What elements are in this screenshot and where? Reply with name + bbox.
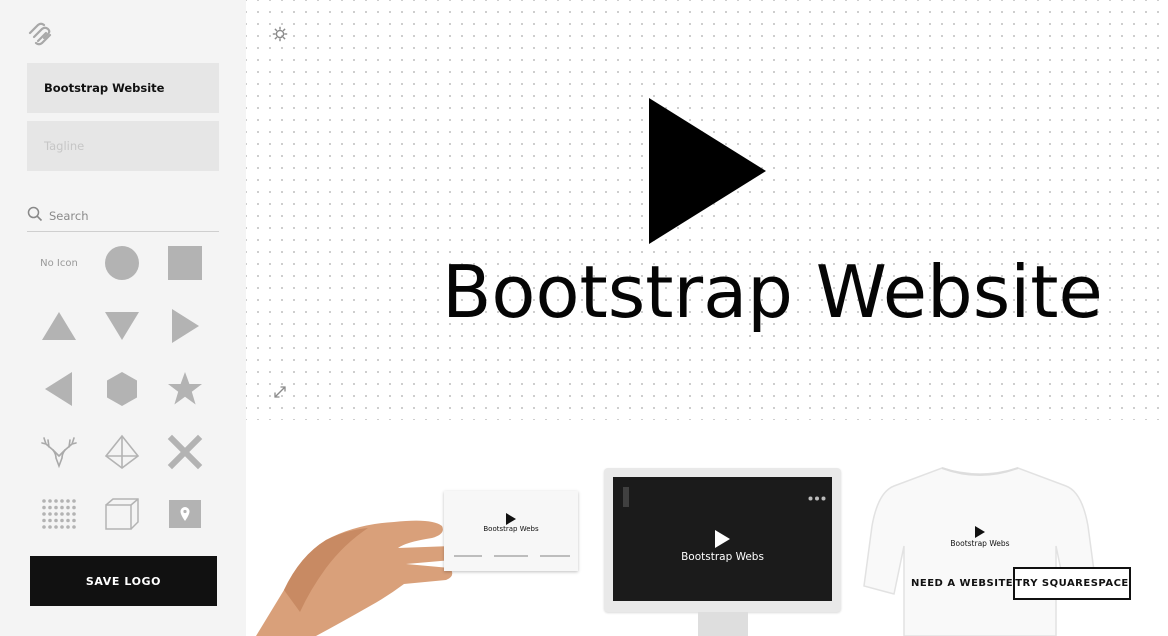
hexagon-icon[interactable] [100, 367, 144, 411]
card-detail-line [494, 555, 528, 557]
map-pin-icon[interactable] [163, 492, 207, 536]
monitor-logo-text: Bootstrap Webs [681, 551, 764, 563]
gear-icon[interactable] [272, 26, 288, 42]
deer-icon[interactable] [37, 430, 81, 474]
dot-grid-icon[interactable] [37, 492, 81, 536]
triangle-down-icon[interactable] [100, 304, 144, 348]
screen-dots [808, 486, 826, 505]
triangle-up-icon[interactable] [37, 304, 81, 348]
card-detail-line [540, 555, 570, 557]
monitor-screen: Bootstrap Webs [613, 477, 832, 601]
monitor-stand [698, 612, 748, 636]
monitor-mockup: Bootstrap Webs [604, 468, 841, 612]
monitor-play-icon [715, 530, 730, 548]
triangle-left-icon[interactable] [37, 367, 81, 411]
no-icon-label: No Icon [40, 257, 78, 269]
search-icon [27, 206, 43, 222]
business-card-mockup: Bootstrap Webs [444, 491, 578, 571]
star-icon[interactable] [163, 367, 207, 411]
circle-icon[interactable] [100, 241, 144, 285]
square-icon[interactable] [163, 241, 207, 285]
card-play-icon [506, 513, 516, 525]
card-logo-text: Bootstrap Webs [483, 525, 539, 533]
need-website-label: NEED A WEBSITE? [911, 578, 1020, 589]
cube-icon[interactable] [100, 492, 144, 536]
tshirt-mockup [863, 467, 1097, 636]
logo-mockups: Bootstrap Webs Bootstrap Webs Bootstrap … [246, 420, 1168, 636]
x-icon[interactable] [163, 430, 207, 474]
screen-nav [623, 487, 633, 507]
card-detail-line [454, 555, 482, 557]
icon-search-input[interactable]: Search [27, 199, 219, 232]
squarespace-logo-icon[interactable] [27, 22, 55, 46]
diamond-icon[interactable] [100, 430, 144, 474]
shirt-logo-text: Bootstrap Webs [950, 539, 1010, 548]
expand-icon[interactable] [273, 385, 287, 399]
sidebar: Bootstrap Website Tagline Search No Icon [0, 0, 246, 636]
no-icon-option[interactable]: No Icon [37, 241, 81, 285]
logo-canvas: Bootstrap Website [246, 0, 1168, 420]
logo-title-text[interactable]: Bootstrap Website [442, 256, 1103, 328]
business-name-field[interactable]: Bootstrap Website [27, 63, 219, 113]
try-squarespace-button[interactable]: TRY SQUARESPACE [1013, 567, 1131, 600]
save-logo-button[interactable]: SAVE LOGO [30, 556, 217, 606]
hand-image [256, 520, 456, 636]
play-icon[interactable] [649, 98, 766, 244]
triangle-right-icon[interactable] [163, 304, 207, 348]
search-placeholder: Search [49, 209, 89, 223]
tagline-field[interactable]: Tagline [27, 121, 219, 171]
